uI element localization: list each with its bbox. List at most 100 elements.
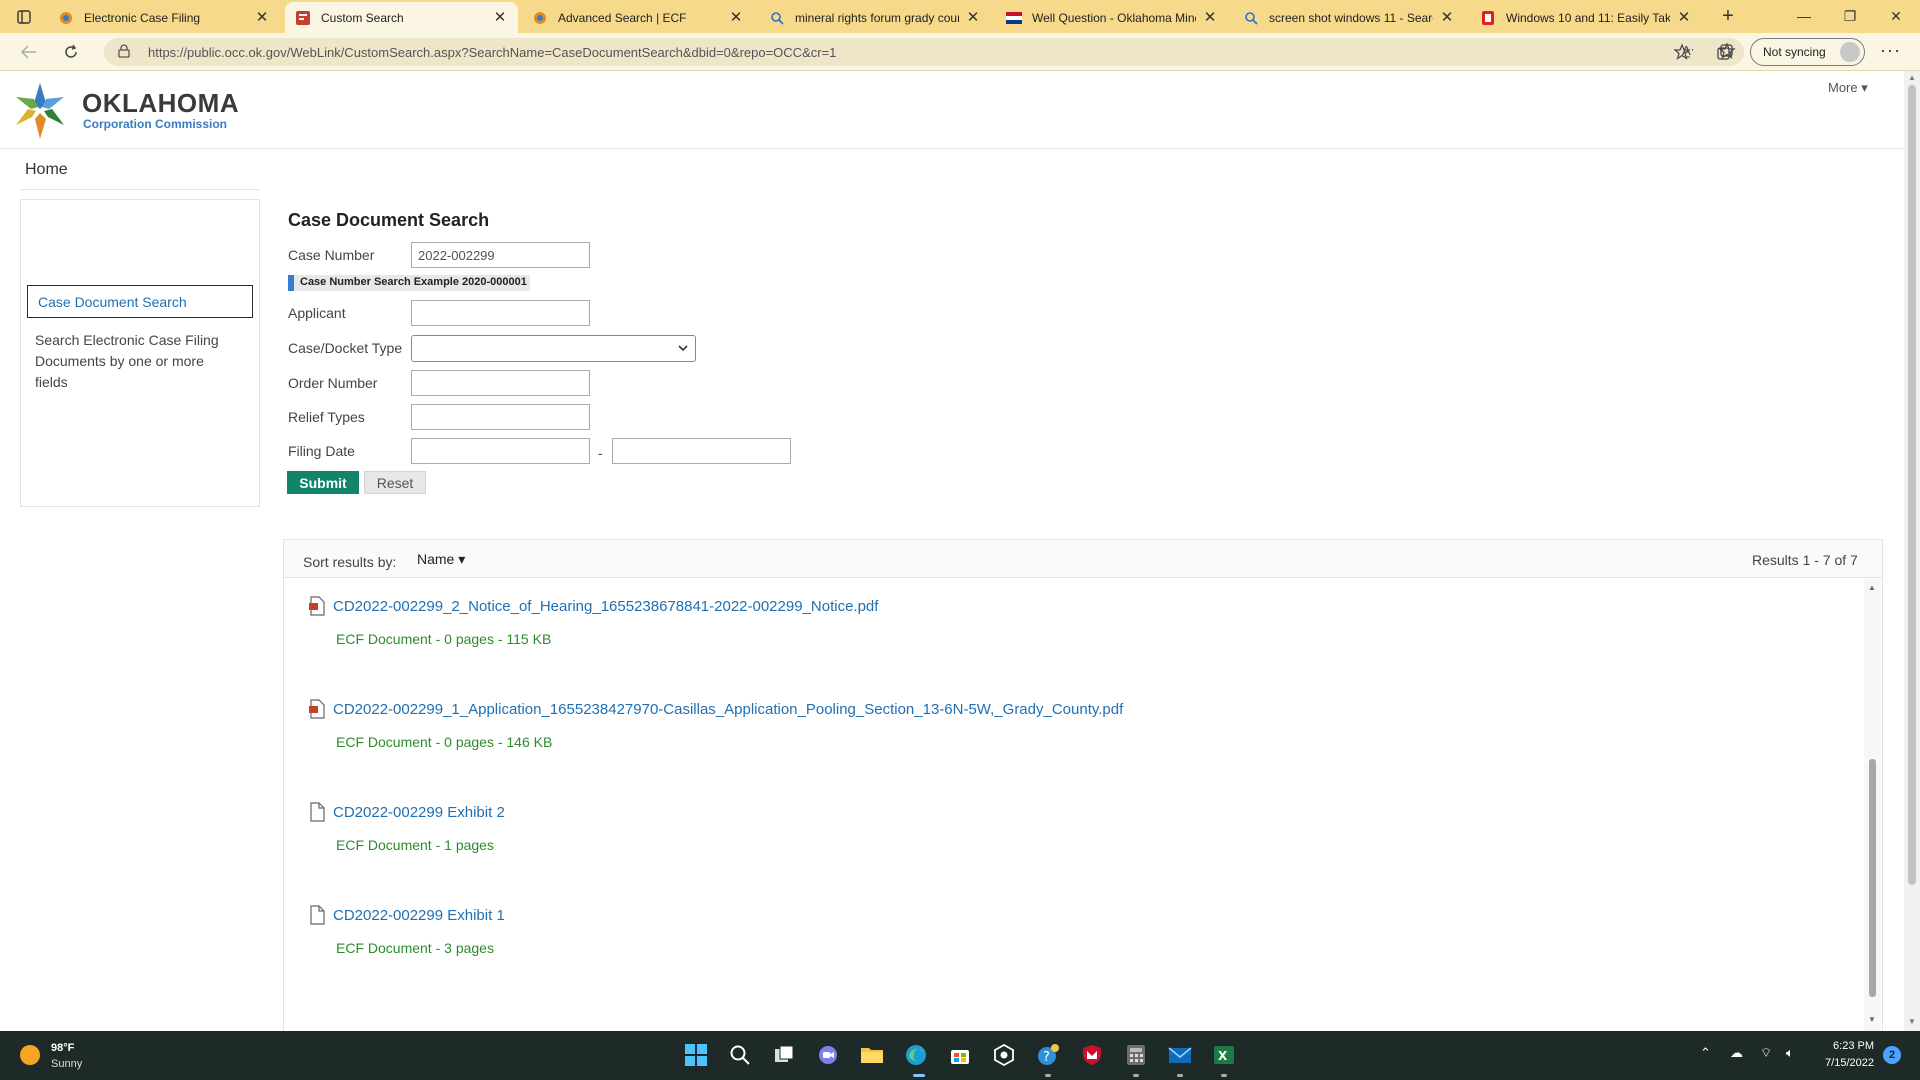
edge-browser-icon[interactable]: [902, 1041, 930, 1069]
relief-types-input[interactable]: [411, 404, 590, 430]
result-link[interactable]: CD2022-002299 Exhibit 1: [333, 907, 505, 924]
help-icon[interactable]: ?: [1034, 1041, 1062, 1069]
more-menu[interactable]: More ▾: [1828, 80, 1868, 96]
document-icon: [310, 802, 325, 822]
tab-well-question[interactable]: Well Question - Oklahoma Mine ✕: [996, 2, 1228, 33]
result-link[interactable]: CD2022-002299 Exhibit 2: [333, 804, 505, 821]
back-button[interactable]: [16, 40, 42, 64]
notification-badge[interactable]: 2: [1883, 1046, 1901, 1064]
tab-advanced-search[interactable]: Advanced Search | ECF ✕: [522, 2, 754, 33]
sidebar-description: Search Electronic Case Filing Documents …: [35, 332, 219, 390]
docket-type-select[interactable]: [411, 335, 696, 362]
doc-favicon-icon: [295, 10, 311, 26]
site-header: OKLAHOMA Corporation Commission More ▾: [0, 71, 1904, 149]
tab-electronic-case-filing[interactable]: Electronic Case Filing ✕: [48, 2, 280, 33]
scrollbar-thumb[interactable]: [1869, 759, 1876, 997]
case-number-input[interactable]: [411, 242, 590, 268]
taskbar: 98°F Sunny ? X ⌃ ☁ ⌔ 🔈︎ 6:23 PM 7/15/202…: [0, 1031, 1920, 1080]
sidebar-item-case-document-search[interactable]: Case Document Search: [27, 285, 253, 318]
tab-screen-shot-search[interactable]: screen shot windows 11 - Search ✕: [1233, 2, 1465, 33]
mcafee-icon[interactable]: [1078, 1041, 1106, 1069]
tab-bar: Electronic Case Filing ✕ Custom Search ✕…: [0, 0, 1920, 33]
reset-button[interactable]: Reset: [364, 471, 426, 494]
results-scrollbar[interactable]: ▲ ▼: [1864, 579, 1881, 1031]
document-icon: [310, 905, 325, 925]
filing-date-label: Filing Date: [288, 443, 355, 459]
home-link[interactable]: Home: [25, 161, 68, 179]
page-scrollbar[interactable]: ▲ ▼: [1904, 71, 1920, 1031]
profile-label: Not syncing: [1763, 45, 1826, 59]
microsoft-store-icon[interactable]: [946, 1041, 974, 1069]
tab-actions-button[interactable]: [12, 6, 36, 28]
result-link[interactable]: CD2022-002299_1_Application_165523842797…: [333, 701, 1123, 718]
chevron-up-icon[interactable]: ⌃: [1700, 1045, 1711, 1061]
collections-icon[interactable]: [1715, 42, 1735, 62]
lock-icon: [118, 44, 130, 63]
weather-description[interactable]: Sunny: [51, 1058, 82, 1070]
tab-mineral-rights-search[interactable]: mineral rights forum grady coun ✕: [759, 2, 991, 33]
filing-date-from-input[interactable]: [411, 438, 590, 464]
submit-button[interactable]: Submit: [287, 471, 359, 494]
windows-start-icon[interactable]: [682, 1041, 710, 1069]
mail-icon[interactable]: [1166, 1041, 1194, 1069]
close-icon[interactable]: ✕: [728, 9, 744, 26]
url-text: https://public.occ.ok.gov/WebLink/Custom…: [148, 45, 837, 60]
active-app-indicator: [913, 1074, 925, 1077]
favorites-icon[interactable]: [1672, 42, 1692, 62]
close-icon[interactable]: ✕: [965, 9, 981, 26]
scrollbar-thumb[interactable]: [1908, 85, 1916, 885]
calculator-icon[interactable]: [1122, 1041, 1150, 1069]
profile-button[interactable]: Not syncing: [1750, 38, 1865, 66]
app-indicator: [1221, 1074, 1227, 1077]
task-view-icon[interactable]: [770, 1041, 798, 1069]
applicant-input[interactable]: [411, 300, 590, 326]
scroll-up-icon[interactable]: ▲: [1908, 73, 1916, 82]
sort-label: Sort results by:: [303, 554, 397, 570]
tab-windows-screenshot[interactable]: Windows 10 and 11: Easily Take ✕: [1470, 2, 1702, 33]
clock-date[interactable]: 7/15/2022: [1816, 1057, 1874, 1069]
clock-time[interactable]: 6:23 PM: [1826, 1040, 1874, 1052]
divider: [20, 189, 260, 190]
search-icon[interactable]: [726, 1041, 754, 1069]
case-number-label: Case Number: [288, 247, 375, 263]
logo-title: OKLAHOMA: [82, 88, 240, 118]
teams-chat-icon[interactable]: [814, 1041, 842, 1069]
result-link[interactable]: CD2022-002299_2_Notice_of_Hearing_165523…: [333, 598, 878, 615]
tab-title: Windows 10 and 11: Easily Take: [1506, 10, 1670, 25]
sun-icon[interactable]: [20, 1045, 40, 1065]
close-icon[interactable]: ✕: [1676, 9, 1692, 26]
volume-icon[interactable]: 🔈︎: [1786, 1045, 1794, 1061]
close-icon[interactable]: ✕: [492, 9, 508, 26]
address-bar[interactable]: https://public.occ.ok.gov/WebLink/Custom…: [104, 38, 1744, 66]
filing-date-to-input[interactable]: [612, 438, 791, 464]
scroll-up-icon[interactable]: ▲: [1868, 583, 1876, 592]
close-icon[interactable]: ✕: [1439, 9, 1455, 26]
file-explorer-icon[interactable]: [858, 1041, 886, 1069]
minimize-button[interactable]: —: [1784, 4, 1824, 28]
tab-title: mineral rights forum grady coun: [795, 10, 959, 25]
list-item: CD2022-002299_1_Application_165523842797…: [308, 699, 1808, 779]
window-close-button[interactable]: ✕: [1876, 4, 1916, 28]
page-title: Case Document Search: [288, 210, 490, 230]
weather-temperature[interactable]: 98°F: [51, 1042, 74, 1054]
pdf-icon: [309, 699, 325, 719]
tab-custom-search[interactable]: Custom Search ✕: [285, 2, 518, 33]
github-icon[interactable]: [990, 1041, 1018, 1069]
scroll-down-icon[interactable]: ▼: [1868, 1015, 1876, 1024]
wifi-icon[interactable]: ⌔: [1760, 1045, 1772, 1061]
excel-icon[interactable]: X: [1210, 1041, 1238, 1069]
settings-menu-icon[interactable]: ···: [1880, 40, 1901, 61]
app-indicator: [1133, 1074, 1139, 1077]
onedrive-cloud-icon[interactable]: ☁: [1730, 1045, 1743, 1061]
close-icon[interactable]: ✕: [254, 9, 270, 26]
scroll-down-icon[interactable]: ▼: [1908, 1017, 1916, 1026]
web-page: OKLAHOMA Corporation Commission More ▾ H…: [0, 71, 1904, 1031]
order-number-input[interactable]: [411, 370, 590, 396]
sort-dropdown[interactable]: Name ▾: [417, 551, 465, 568]
close-icon[interactable]: ✕: [1202, 9, 1218, 26]
app-indicator: [1045, 1074, 1051, 1077]
restore-button[interactable]: ❐: [1830, 4, 1870, 28]
refresh-button[interactable]: [58, 40, 84, 64]
new-tab-button[interactable]: +: [1716, 5, 1740, 29]
refresh-icon: [65, 44, 77, 58]
